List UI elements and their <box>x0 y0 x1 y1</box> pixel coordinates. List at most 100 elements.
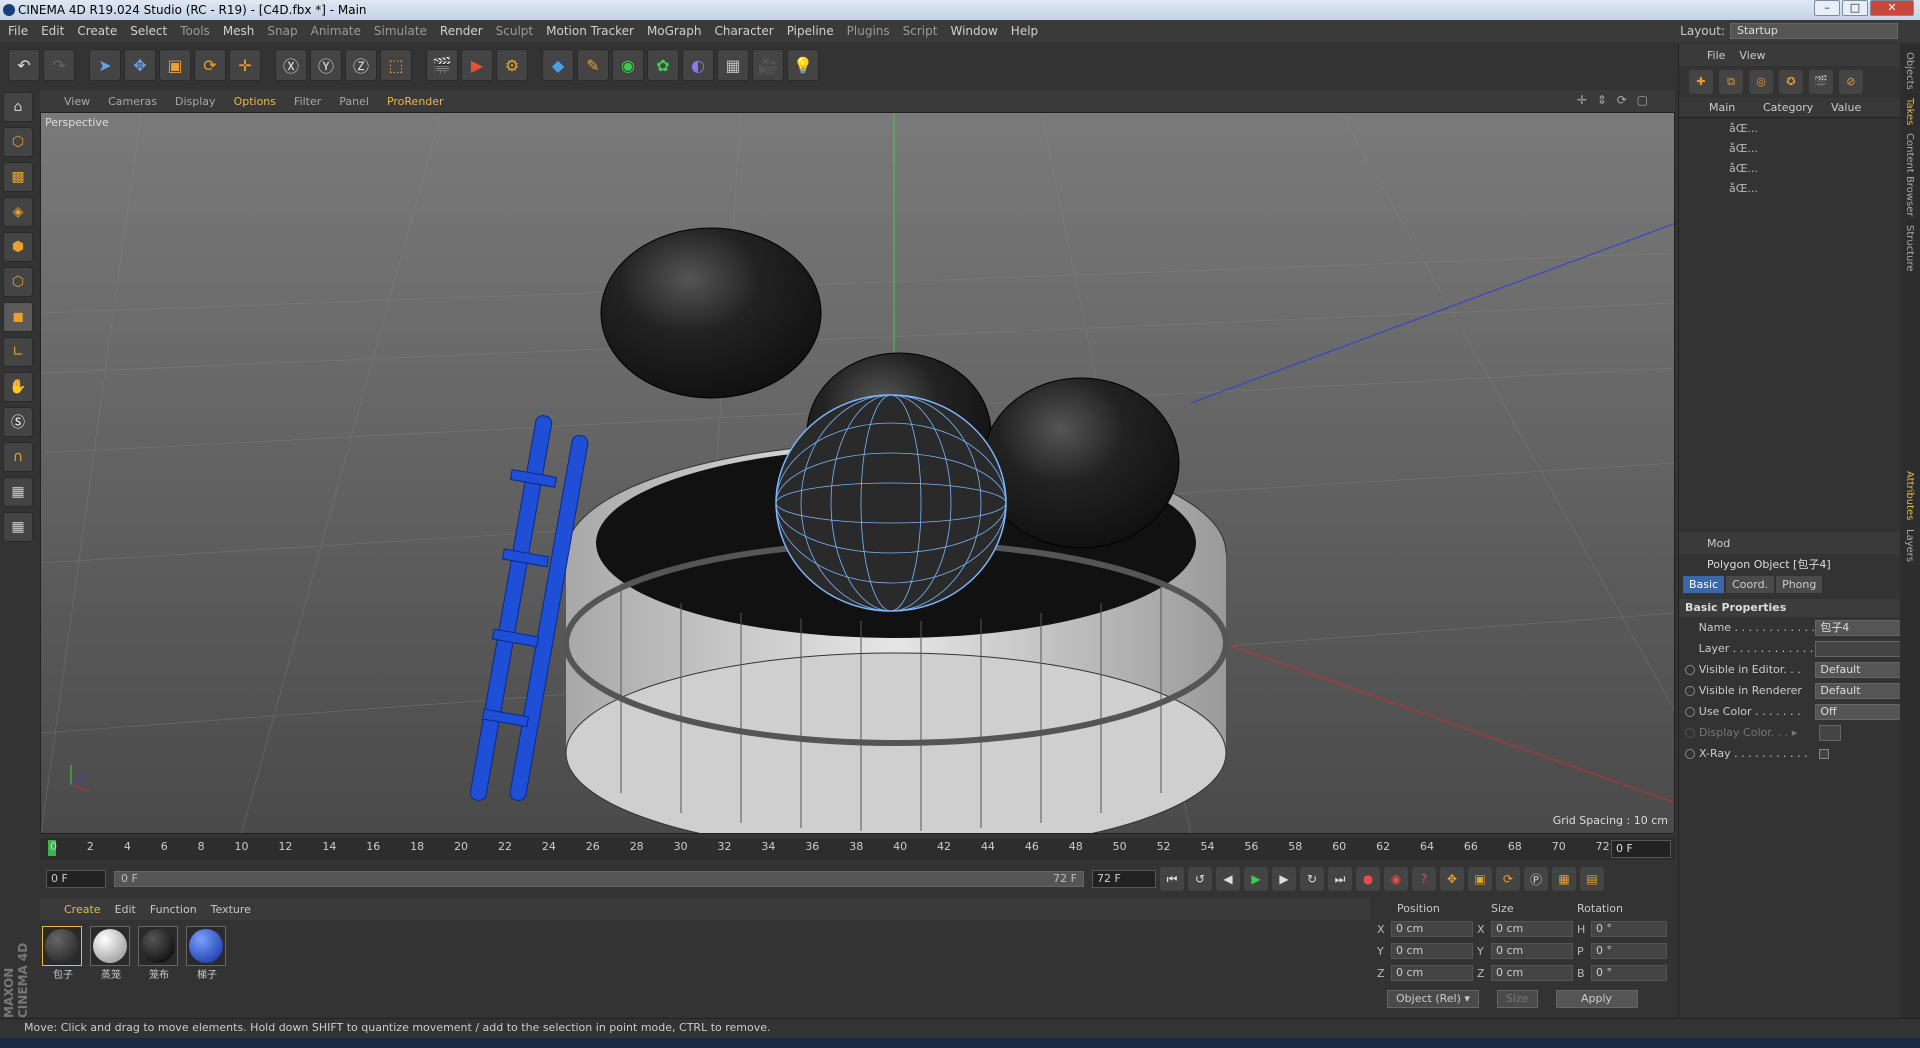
z-axis-icon[interactable]: Ⓩ <box>345 49 377 81</box>
render-take-icon[interactable]: 🎬 <box>1809 70 1833 94</box>
vp-menu-filter[interactable]: Filter <box>294 95 321 108</box>
timeline-window-icon[interactable]: ▤ <box>1580 867 1604 891</box>
tab-basic[interactable]: Basic <box>1683 576 1725 593</box>
snap-icon[interactable]: ∩ <box>3 442 33 472</box>
model-mode-icon[interactable]: ⬡ <box>3 127 33 157</box>
value-column[interactable]: Value <box>1831 101 1861 114</box>
display-color-swatch[interactable] <box>1819 724 1841 741</box>
take-row[interactable]: åŒ... <box>1679 178 1900 198</box>
apply-button[interactable]: Apply <box>1555 990 1638 1008</box>
close-button[interactable]: ✕ <box>1870 0 1914 16</box>
menu-help[interactable]: Help <box>1011 24 1038 38</box>
floor-icon[interactable]: ▦ <box>717 49 749 81</box>
side-tab-content-browser[interactable]: Content Browser <box>1904 133 1915 216</box>
takes-menu-file[interactable]: File <box>1707 49 1725 62</box>
side-tab-layers[interactable]: Layers <box>1904 529 1915 562</box>
light-icon[interactable]: 💡 <box>787 49 819 81</box>
key-parameter-icon[interactable]: Ⓟ <box>1524 867 1548 891</box>
bun-selected[interactable] <box>775 394 1007 612</box>
category-column[interactable]: Category <box>1763 101 1831 114</box>
size-mode-dropdown[interactable]: Size <box>1496 990 1538 1008</box>
planar-workplane-icon[interactable]: ▦ <box>3 512 33 542</box>
make-editable-icon[interactable]: ⌂ <box>3 92 33 122</box>
take-row[interactable]: åŒ... <box>1679 138 1900 158</box>
menu-render[interactable]: Render <box>440 24 483 38</box>
prev-key-icon[interactable]: ↺ <box>1188 867 1212 891</box>
menu-simulate[interactable]: Simulate <box>374 24 427 38</box>
next-key-icon[interactable]: ↻ <box>1300 867 1324 891</box>
menu-tools[interactable]: Tools <box>180 24 210 38</box>
main-column[interactable]: Main <box>1679 101 1763 114</box>
subdivision-icon[interactable]: ◉ <box>612 49 644 81</box>
mat-menu-create[interactable]: Create <box>64 903 101 916</box>
bun-right[interactable] <box>982 377 1180 549</box>
workplane-icon[interactable]: ◈ <box>3 197 33 227</box>
coordinate-system-icon[interactable]: ⬚ <box>380 49 412 81</box>
override-icon[interactable]: ◎ <box>1749 70 1773 94</box>
deformer-icon[interactable]: ◐ <box>682 49 714 81</box>
start-frame-field[interactable]: 0 F <box>46 870 106 888</box>
name-field[interactable]: 包子4 <box>1815 619 1901 636</box>
material-item[interactable]: 蒸笼 <box>90 926 132 981</box>
render-settings-icon[interactable]: ⚙ <box>496 49 528 81</box>
bun-floating[interactable] <box>600 227 822 399</box>
tab-coord[interactable]: Coord. <box>1726 576 1775 593</box>
undo-icon[interactable]: ↶ <box>8 49 40 81</box>
rotation-b-field[interactable]: 0 ° <box>1591 965 1667 981</box>
position-z-field[interactable]: 0 cm <box>1391 965 1473 981</box>
vp-menu-cameras[interactable]: Cameras <box>108 95 157 108</box>
menu-edit[interactable]: Edit <box>41 24 64 38</box>
autokey-icon[interactable]: ◉ <box>1384 867 1408 891</box>
viewport-nav-icons[interactable]: ✛ ⇕ ⟳ ▢ <box>1577 93 1651 107</box>
attr-menu-mode[interactable]: Mod <box>1707 537 1730 550</box>
key-position-icon[interactable]: ✥ <box>1440 867 1464 891</box>
go-to-end-icon[interactable]: ⏭ <box>1328 867 1352 891</box>
record-icon[interactable]: ● <box>1356 867 1380 891</box>
menu-pipeline[interactable]: Pipeline <box>787 24 834 38</box>
size-y-field[interactable]: 0 cm <box>1491 943 1573 959</box>
polygons-mode-icon[interactable]: ◼ <box>3 302 33 332</box>
menu-select[interactable]: Select <box>130 24 167 38</box>
move-tool-icon[interactable]: ✥ <box>124 49 156 81</box>
material-item[interactable]: 梯子 <box>186 926 228 981</box>
size-z-field[interactable]: 0 cm <box>1491 965 1573 981</box>
texture-mode-icon[interactable]: ▩ <box>3 162 33 192</box>
key-scale-icon[interactable]: ▣ <box>1468 867 1492 891</box>
minimize-button[interactable]: – <box>1814 0 1840 16</box>
cloner-icon[interactable]: ✿ <box>647 49 679 81</box>
frame-range-slider[interactable]: 0 F 72 F <box>114 871 1084 887</box>
keyframe-selection-icon[interactable]: ? <box>1412 867 1436 891</box>
position-x-field[interactable]: 0 cm <box>1391 921 1473 937</box>
camera-icon[interactable]: 🎥 <box>752 49 784 81</box>
material-item[interactable]: 笼布 <box>138 926 180 981</box>
menu-plugins[interactable]: Plugins <box>847 24 890 38</box>
mat-menu-texture[interactable]: Texture <box>211 903 251 916</box>
select-arrow-icon[interactable]: ➤ <box>89 49 121 81</box>
menu-window[interactable]: Window <box>950 24 997 38</box>
size-x-field[interactable]: 0 cm <box>1491 921 1573 937</box>
use-color-dropdown[interactable]: Off <box>1815 703 1901 720</box>
keyframe-radio[interactable] <box>1685 664 1695 675</box>
next-frame-icon[interactable]: ▶ <box>1272 867 1296 891</box>
key-pla-icon[interactable]: ▦ <box>1552 867 1576 891</box>
play-icon[interactable]: ▶ <box>1244 867 1268 891</box>
menu-script[interactable]: Script <box>903 24 938 38</box>
visible-renderer-dropdown[interactable]: Default <box>1815 682 1901 699</box>
side-tab-takes[interactable]: Takes <box>1904 98 1915 125</box>
keyframe-radio[interactable] <box>1685 685 1695 696</box>
render-picture-viewer-icon[interactable]: ▶ <box>461 49 493 81</box>
current-frame-field[interactable]: 0 F <box>1611 840 1671 858</box>
vp-menu-view[interactable]: View <box>64 95 90 108</box>
layer-field[interactable] <box>1815 640 1901 657</box>
y-axis-icon[interactable]: Ⓨ <box>310 49 342 81</box>
live-select-icon[interactable]: ✛ <box>229 49 261 81</box>
rotation-p-field[interactable]: 0 ° <box>1591 943 1667 959</box>
points-mode-icon[interactable]: ⬢ <box>3 232 33 262</box>
menu-mograph[interactable]: MoGraph <box>647 24 702 38</box>
auto-take-icon[interactable]: ✪ <box>1779 70 1803 94</box>
workplane-lock-icon[interactable]: ▦ <box>3 477 33 507</box>
take-row[interactable]: åŒ... <box>1679 158 1900 178</box>
take-row[interactable]: åŒ... <box>1679 118 1900 138</box>
end-frame-field[interactable]: 72 F <box>1092 870 1156 888</box>
timeline-ruler[interactable]: 0 2 4 6 8 10 12 14 16 18 20 22 24 26 28 30 32 34 36 38 40 42 4… <box>40 838 1675 860</box>
